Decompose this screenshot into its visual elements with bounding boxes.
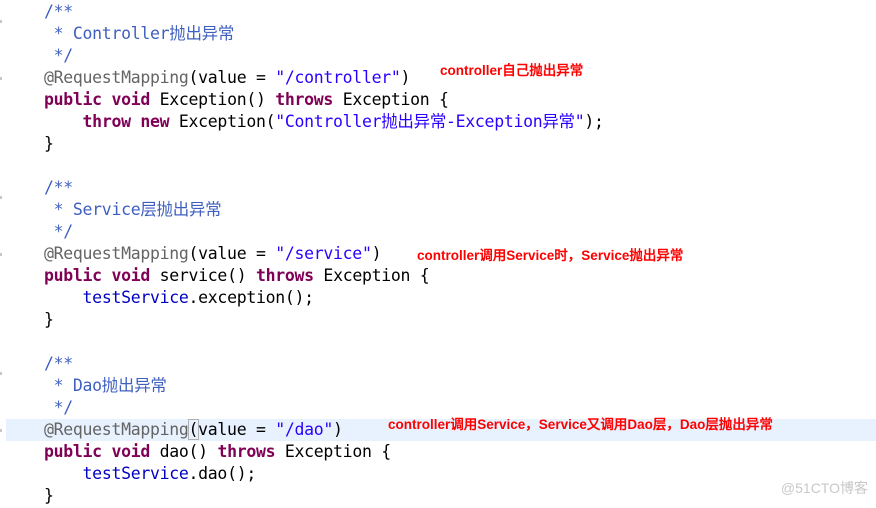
code-line: public void dao() throws Exception {: [0, 441, 876, 463]
keyword-new: new: [140, 112, 170, 131]
statement-end: );: [584, 112, 604, 131]
mapping-value: "/dao": [275, 420, 334, 439]
paren: ): [333, 420, 343, 439]
keyword-throws: throws: [217, 442, 276, 461]
watermark: @51CTO博客: [780, 480, 868, 496]
annotation-note: controller调用Service时，Service抛出异常: [417, 248, 684, 263]
keyword-public: public: [44, 442, 102, 461]
code-line: /**: [0, 177, 876, 199]
code-line: public void Exception() throws Exception…: [0, 89, 876, 111]
code-line: /**: [0, 353, 876, 375]
annotation: @RequestMapping: [44, 420, 189, 439]
paren: (: [188, 244, 199, 263]
code-line: testService.dao();: [0, 463, 876, 485]
javadoc-text: Controller抛出异常: [72, 24, 235, 43]
code-line: }: [0, 485, 876, 507]
code-line: }: [0, 133, 876, 155]
keyword-void: void: [111, 90, 150, 109]
mapping-value: "/service": [275, 244, 372, 263]
javadoc-star: *: [44, 376, 73, 395]
javadoc-open: /**: [44, 178, 73, 197]
method-name: Exception(): [150, 90, 276, 109]
keyword-void: void: [111, 442, 150, 461]
method-call: .exception();: [188, 288, 315, 307]
paren: ): [371, 244, 382, 263]
paren: (: [188, 68, 199, 87]
method-name: service(): [150, 266, 256, 285]
javadoc-close: */: [44, 222, 74, 241]
code-line: throw new Exception("Controller抛出异常-Exce…: [0, 111, 876, 133]
field-reference: testService: [82, 464, 189, 483]
javadoc-text: Dao抛出异常: [72, 376, 167, 395]
code-line: /**: [0, 1, 876, 23]
code-line: * Controller抛出异常: [0, 23, 876, 45]
annotation-key: value =: [198, 68, 276, 87]
code-line: }: [0, 309, 876, 331]
code-line: * Service层抛出异常: [0, 199, 876, 221]
exception-type: Exception {: [275, 442, 391, 461]
code-line: public void service() throws Exception {: [0, 265, 876, 287]
annotation: @RequestMapping: [44, 244, 189, 263]
annotation: @RequestMapping: [44, 68, 189, 87]
keyword-public: public: [44, 266, 102, 285]
code-editor[interactable]: /** * Controller抛出异常 */ @RequestMapping(…: [0, 0, 876, 508]
exception-type: Exception {: [333, 90, 449, 109]
keyword-throw: throw: [82, 112, 131, 131]
closing-brace: }: [44, 134, 54, 153]
keyword-throws: throws: [275, 90, 334, 109]
annotation-note: controller自己抛出异常: [440, 63, 584, 78]
code-line: */: [0, 221, 876, 243]
javadoc-close: */: [44, 46, 74, 65]
string-literal: "Controller抛出异常-Exception异常": [275, 112, 585, 131]
method-name: dao(): [150, 442, 218, 461]
method-call: .dao();: [188, 464, 257, 483]
code-line: */: [0, 45, 876, 67]
closing-brace: }: [44, 310, 54, 329]
exception-type: Exception {: [313, 266, 430, 285]
paren: ): [400, 68, 411, 87]
keyword-public: public: [44, 90, 102, 109]
code-line: testService.exception();: [0, 287, 876, 309]
annotation-key: value =: [198, 420, 276, 439]
closing-brace: }: [44, 486, 54, 505]
javadoc-star: *: [44, 24, 73, 43]
code-line: @RequestMapping(value = "/controller"): [0, 67, 876, 89]
annotation-note: controller调用Service，Service又调用Dao层，Dao层抛…: [388, 417, 773, 432]
annotation-key: value =: [198, 244, 276, 263]
keyword-throws: throws: [255, 266, 314, 285]
javadoc-star: *: [44, 200, 73, 219]
constructor-call: Exception(: [169, 112, 276, 131]
field-reference: testService: [82, 288, 189, 307]
mapping-value: "/controller": [275, 68, 401, 87]
javadoc-text: Service层抛出异常: [72, 200, 222, 219]
matched-bracket: (: [187, 419, 200, 440]
keyword-void: void: [111, 266, 150, 285]
javadoc-open: /**: [44, 2, 73, 21]
javadoc-close: */: [44, 398, 74, 417]
javadoc-open: /**: [44, 354, 73, 373]
code-line: * Dao抛出异常: [0, 375, 876, 397]
